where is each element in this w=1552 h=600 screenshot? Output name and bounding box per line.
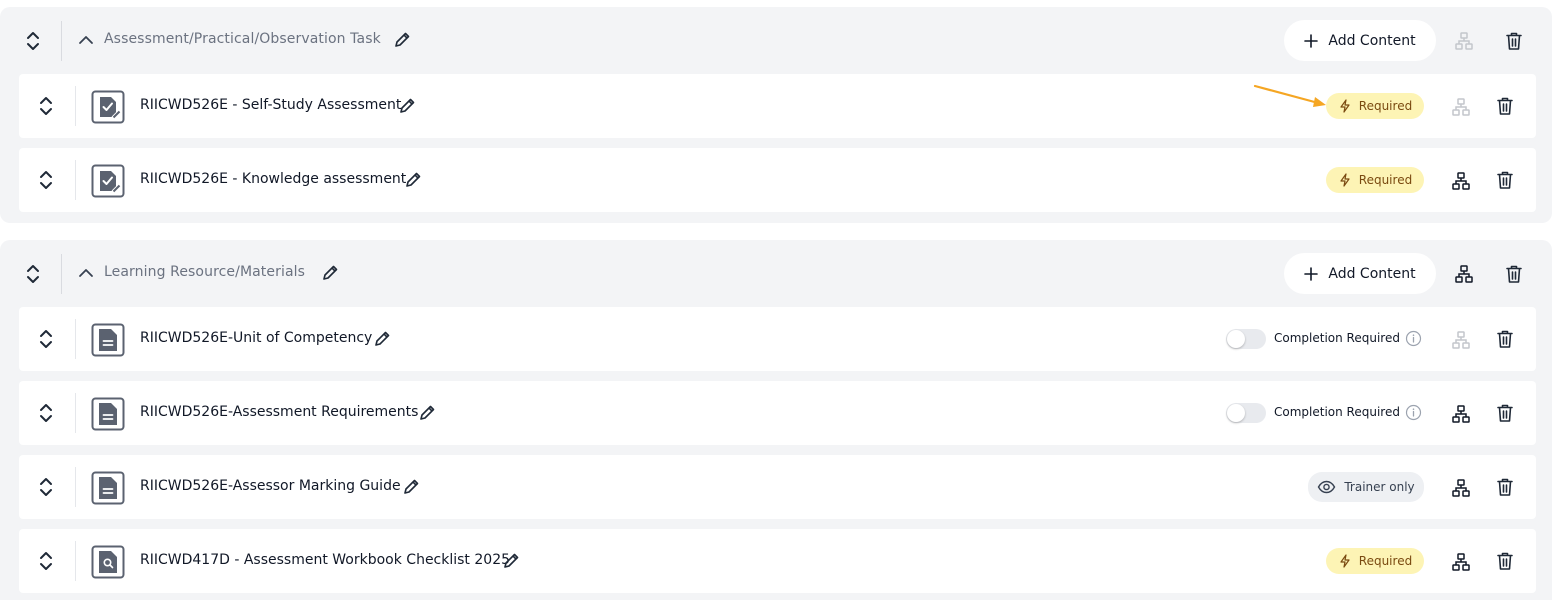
search-file-icon [91, 545, 125, 579]
edit-pencil-icon[interactable] [372, 329, 392, 349]
trash-icon[interactable] [1496, 403, 1514, 423]
lightning-icon [1340, 99, 1350, 113]
hierarchy-icon[interactable] [1451, 171, 1471, 191]
edit-pencil-icon[interactable] [501, 551, 521, 571]
trainer-only-label: Trainer only [1344, 480, 1415, 494]
content-item-title: RIICWD526E-Assessment Requirements [140, 404, 419, 420]
drag-handle-icon[interactable] [35, 168, 57, 192]
divider [75, 319, 76, 359]
content-item-title: RIICWD526E - Knowledge assessment [140, 171, 407, 187]
section-header: Assessment/Practical/Observation Task Ad… [0, 7, 1552, 73]
drag-handle-icon[interactable] [35, 475, 57, 499]
divider [61, 21, 62, 61]
add-content-button[interactable]: Add Content [1284, 20, 1436, 61]
content-section-assessment: Assessment/Practical/Observation Task Ad… [0, 7, 1552, 223]
trash-icon[interactable] [1496, 96, 1514, 116]
completion-required-toggle[interactable] [1226, 329, 1266, 349]
required-badge-label: Required [1358, 173, 1413, 187]
document-file-icon [91, 397, 125, 431]
content-item-title: RIICWD417D - Assessment Workbook Checkli… [140, 552, 511, 568]
content-item-row[interactable]: RIICWD526E - Knowledge assessment Requir… [19, 148, 1536, 212]
required-badge-label: Required [1358, 554, 1413, 568]
content-item-title: RIICWD526E-Assessor Marking Guide [140, 478, 401, 494]
trash-icon[interactable] [1505, 31, 1523, 51]
hierarchy-icon[interactable] [1451, 552, 1471, 572]
content-item-title: RIICWD526E - Self-Study Assessment [140, 97, 402, 113]
lightning-icon [1340, 173, 1350, 187]
drag-handle-icon[interactable] [22, 262, 44, 286]
edit-pencil-icon[interactable] [392, 30, 412, 50]
edit-pencil-icon[interactable] [320, 263, 340, 283]
assessment-file-icon [91, 90, 125, 124]
edit-pencil-icon[interactable] [397, 96, 417, 116]
required-badge: Required [1326, 93, 1424, 119]
divider [75, 393, 76, 433]
info-icon[interactable] [1405, 404, 1422, 421]
hierarchy-icon[interactable] [1451, 404, 1471, 424]
divider [61, 254, 62, 294]
hierarchy-icon[interactable] [1454, 264, 1474, 284]
lightning-icon [1340, 554, 1350, 568]
content-section-learning-resources: Learning Resource/Materials Add Content … [0, 240, 1552, 600]
trainer-only-badge: Trainer only [1308, 472, 1424, 502]
document-file-icon [91, 323, 125, 357]
required-badge: Required [1326, 167, 1424, 193]
document-file-icon [91, 471, 125, 505]
drag-handle-icon[interactable] [35, 549, 57, 573]
completion-required-toggle[interactable] [1226, 403, 1266, 423]
section-title: Assessment/Practical/Observation Task [104, 31, 381, 47]
drag-handle-icon[interactable] [35, 327, 57, 351]
add-content-button[interactable]: Add Content [1284, 253, 1436, 294]
content-item-row[interactable]: RIICWD526E-Unit of Competency Completion… [19, 307, 1536, 371]
divider [75, 160, 76, 200]
completion-required-label: Completion Required [1274, 405, 1400, 419]
drag-handle-icon[interactable] [22, 29, 44, 53]
divider [75, 541, 76, 581]
section-header: Learning Resource/Materials Add Content [0, 240, 1552, 306]
drag-handle-icon[interactable] [35, 401, 57, 425]
completion-required-label: Completion Required [1274, 331, 1400, 345]
hierarchy-icon-disabled[interactable] [1451, 330, 1471, 350]
hierarchy-icon-disabled[interactable] [1454, 31, 1474, 51]
content-item-row[interactable]: RIICWD526E-Assessment Requirements Compl… [19, 381, 1536, 445]
collapse-chevron-up-icon[interactable] [76, 264, 96, 282]
edit-pencil-icon[interactable] [401, 477, 421, 497]
trash-icon[interactable] [1496, 329, 1514, 349]
collapse-chevron-up-icon[interactable] [76, 31, 96, 49]
toggle-knob [1227, 330, 1245, 348]
info-icon[interactable] [1405, 330, 1422, 347]
add-content-label: Add Content [1328, 265, 1416, 282]
content-item-row[interactable]: RIICWD417D - Assessment Workbook Checkli… [19, 529, 1536, 593]
trash-icon[interactable] [1496, 170, 1514, 190]
hierarchy-icon-disabled[interactable] [1451, 97, 1471, 117]
divider [75, 86, 76, 126]
assessment-file-icon [91, 164, 125, 198]
hierarchy-icon[interactable] [1451, 478, 1471, 498]
trash-icon[interactable] [1496, 551, 1514, 571]
plus-icon [1304, 33, 1319, 48]
divider [75, 467, 76, 507]
edit-pencil-icon[interactable] [417, 403, 437, 423]
required-badge-label: Required [1358, 99, 1413, 113]
plus-icon [1304, 266, 1319, 281]
required-badge: Required [1326, 548, 1424, 574]
add-content-label: Add Content [1328, 32, 1416, 49]
content-item-row[interactable]: RIICWD526E-Assessor Marking Guide Traine… [19, 455, 1536, 519]
content-item-title: RIICWD526E-Unit of Competency [140, 330, 373, 346]
toggle-knob [1227, 404, 1245, 422]
drag-handle-icon[interactable] [35, 94, 57, 118]
eye-icon [1318, 480, 1336, 494]
trash-icon[interactable] [1496, 477, 1514, 497]
annotation-arrow-icon [1253, 84, 1326, 107]
section-title: Learning Resource/Materials [104, 264, 306, 280]
trash-icon[interactable] [1505, 264, 1523, 284]
edit-pencil-icon[interactable] [403, 170, 423, 190]
